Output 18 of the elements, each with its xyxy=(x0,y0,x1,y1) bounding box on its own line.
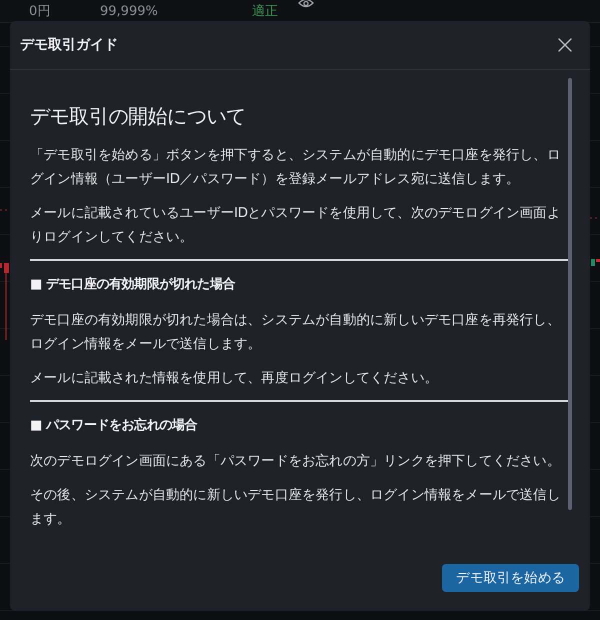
candlestick xyxy=(0,263,2,268)
guide-heading: デモ取引の開始について xyxy=(30,103,247,130)
dialog-title: デモ取引ガイド xyxy=(20,36,118,54)
stat-value: 99,999% xyxy=(100,4,158,18)
guide-paragraph: デモ口座の有効期限が切れた場合は、システムが自動的に新しいデモ口座を再発行し、ログイン情報をメールで送信します。 xyxy=(30,311,562,354)
close-icon xyxy=(558,38,572,52)
eye-icon[interactable] xyxy=(298,0,314,10)
guide-paragraph: 「デモ取引を始める」ボタンを押下すると、システムが自動的にデモ口座を発行し、ログイン情報（ユーザーID／パスワード）を登録メールアドレス宛に送信します。 xyxy=(30,146,562,189)
section-heading: ■ デモ口座の有効期限が切れた場合 xyxy=(30,276,236,294)
guide-paragraph: 次のデモログイン画面にある「パスワードをお忘れの方」リンクを押下してください。 xyxy=(30,452,562,471)
status-label: 適正 xyxy=(252,3,278,20)
stat-value: 0円 xyxy=(29,3,50,20)
guide-paragraph: メールに記載された情報を使用して、再度ログインしてください。 xyxy=(30,369,440,388)
guide-paragraph: その後、システムが自動的に新しいデモ口座を発行し、ログイン情報をメールで送信します。 xyxy=(30,486,562,529)
section-heading: ■ パスワードをお忘れの場合 xyxy=(30,416,198,435)
scrollbar-thumb[interactable] xyxy=(568,78,572,510)
guide-paragraph: メールに記載されているユーザーIDとパスワードを使用して、次のデモログイン画面よりログインしてください。 xyxy=(30,204,562,247)
start-demo-button[interactable]: デモ取引を始める xyxy=(442,564,579,592)
